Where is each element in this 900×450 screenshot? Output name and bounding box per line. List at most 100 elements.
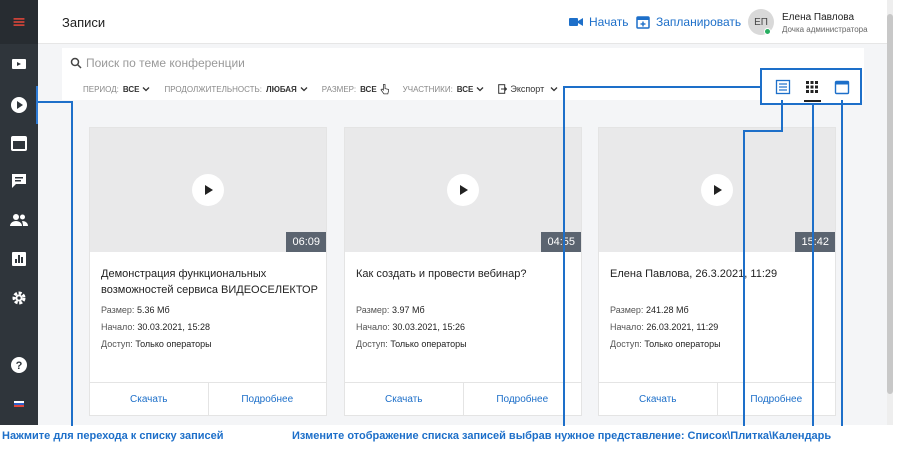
sidebar-item-chat[interactable] <box>0 162 38 200</box>
calendar-plus-icon <box>636 16 650 29</box>
video-thumbnail[interactable]: 04:55 <box>345 128 581 252</box>
sidebar-item-settings[interactable] <box>0 279 38 317</box>
video-thumbnail[interactable]: 15:42 <box>599 128 835 252</box>
annotation-view-modes: Измените отображение списка записей выбр… <box>292 430 832 442</box>
recording-card[interactable]: 15:42 Елена Павлова, 26.3.2021, 11:29 Ра… <box>598 127 836 416</box>
gear-icon <box>12 291 26 305</box>
play-circle-icon <box>11 97 27 113</box>
video-camera-icon <box>569 18 583 26</box>
size-label: Размер: <box>356 305 390 315</box>
chat-icon <box>12 174 26 188</box>
sidebar-item-conferences[interactable] <box>0 45 38 83</box>
play-button[interactable] <box>701 174 733 206</box>
chevron-down-icon <box>550 87 558 92</box>
access-label: Доступ: <box>610 339 642 349</box>
recording-access: Доступ: Только операторы <box>101 339 212 349</box>
start-label: Начало: <box>610 322 644 332</box>
start-value: 26.03.2021, 11:29 <box>646 322 719 332</box>
calendar-view-icon[interactable] <box>834 79 850 95</box>
callout-line-calendar-v <box>841 100 843 426</box>
filter-value: ВСЕ <box>360 84 377 94</box>
recording-card[interactable]: 04:55 Как создать и провести вебинар? Ра… <box>344 127 582 416</box>
app-root: ? Записи Начать Запланировать ЕП Елена П… <box>0 0 900 450</box>
recording-title: Демонстрация функциональных возможностей… <box>101 268 318 296</box>
schedule-label: Запланировать <box>656 15 742 29</box>
download-button[interactable]: Скачать <box>599 383 717 415</box>
details-button[interactable]: Подробнее <box>716 383 836 415</box>
start-label: Начать <box>589 15 629 29</box>
video-thumbnail[interactable]: 06:09 <box>90 128 326 252</box>
play-icon <box>714 185 722 195</box>
svg-text:?: ? <box>16 360 23 372</box>
recording-size: Размер: 3.97 Мб <box>356 305 425 315</box>
start-label: Начало: <box>356 322 390 332</box>
export-label: Экспорт <box>510 84 545 94</box>
start-conference-button[interactable]: Начать <box>569 15 629 29</box>
menu-button[interactable] <box>0 0 38 44</box>
duration-badge: 04:55 <box>541 232 581 252</box>
play-button[interactable] <box>447 174 479 206</box>
export-icon <box>498 84 508 94</box>
calendar-icon <box>11 136 27 151</box>
filter-bar: ПЕРИОД: ВСЕ ПРОДОЛЖИТЕЛЬНОСТЬ: ЛЮБАЯ РАЗ… <box>83 83 558 95</box>
active-view-indicator <box>804 100 821 102</box>
sidebar-item-statistics[interactable] <box>0 240 38 278</box>
flag-icon <box>14 401 24 407</box>
user-name[interactable]: Елена Павлова <box>782 12 854 23</box>
callout-line-view-h <box>563 86 760 88</box>
callout-line-tiles-v <box>812 103 814 426</box>
menu-icon <box>13 18 25 26</box>
size-label: Размер: <box>101 305 135 315</box>
recording-card[interactable]: 06:09 Демонстрация функциональных возмож… <box>89 127 327 416</box>
callout-line-list-h <box>743 130 782 132</box>
recording-access: Доступ: Только операторы <box>610 339 721 349</box>
user-role: Дочка администратора <box>782 25 868 34</box>
filter-value: ЛЮБАЯ <box>265 84 297 94</box>
filter-duration[interactable]: ПРОДОЛЖИТЕЛЬНОСТЬ: ЛЮБАЯ <box>164 84 308 94</box>
sidebar-item-help[interactable]: ? <box>0 346 38 384</box>
sidebar: ? <box>0 0 39 425</box>
access-value: Только операторы <box>390 339 467 349</box>
sidebar-item-language[interactable] <box>0 385 38 423</box>
scrollbar-thumb[interactable] <box>887 14 893 394</box>
recording-size: Размер: 241.28 Мб <box>610 305 689 315</box>
filter-participants[interactable]: УЧАСТНИКИ: ВСЕ <box>403 85 485 94</box>
sidebar-item-recordings[interactable] <box>0 86 38 124</box>
schedule-button[interactable]: Запланировать <box>636 15 741 29</box>
play-icon <box>205 185 213 195</box>
filter-value: ВСЕ <box>456 84 474 94</box>
recording-start: Начало: 26.03.2021, 11:29 <box>610 322 718 332</box>
export-button[interactable]: Экспорт <box>498 84 558 94</box>
play-button[interactable] <box>192 174 224 206</box>
filter-period[interactable]: ПЕРИОД: ВСЕ <box>83 85 150 94</box>
details-button[interactable]: Подробнее <box>207 383 327 415</box>
access-value: Только операторы <box>644 339 721 349</box>
users-icon <box>10 214 28 226</box>
callout-line-view-v <box>563 86 565 426</box>
chevron-down-icon <box>300 87 308 92</box>
search-icon <box>70 57 82 69</box>
download-button[interactable]: Скачать <box>345 383 463 415</box>
filter-size[interactable]: РАЗМЕР: ВСЕ <box>321 83 389 95</box>
start-label: Начало: <box>101 322 135 332</box>
download-button[interactable]: Скачать <box>90 383 208 415</box>
list-view-icon[interactable] <box>775 79 791 95</box>
recording-start: Начало: 30.03.2021, 15:28 <box>101 322 210 332</box>
size-value: 3.97 Мб <box>391 305 425 315</box>
online-status-dot <box>764 28 771 35</box>
play-icon <box>460 185 468 195</box>
filter-label: УЧАСТНИКИ: <box>402 84 453 94</box>
duration-badge: 15:42 <box>795 232 835 252</box>
callout-line-list-up <box>781 100 783 132</box>
callout-line-list-v <box>743 130 745 426</box>
filter-label: ПРОДОЛЖИТЕЛЬНОСТЬ: <box>164 84 262 94</box>
page-title: Записи <box>62 15 106 30</box>
video-camera-icon <box>12 59 26 69</box>
search-input[interactable] <box>86 55 586 71</box>
tiles-view-icon[interactable] <box>804 79 820 95</box>
filter-label: РАЗМЕР: <box>321 84 357 94</box>
sidebar-item-calendar[interactable] <box>0 124 38 162</box>
recording-title: Как создать и провести вебинар? <box>356 268 527 280</box>
sidebar-item-users[interactable] <box>0 201 38 239</box>
start-value: 30.03.2021, 15:28 <box>137 322 210 332</box>
